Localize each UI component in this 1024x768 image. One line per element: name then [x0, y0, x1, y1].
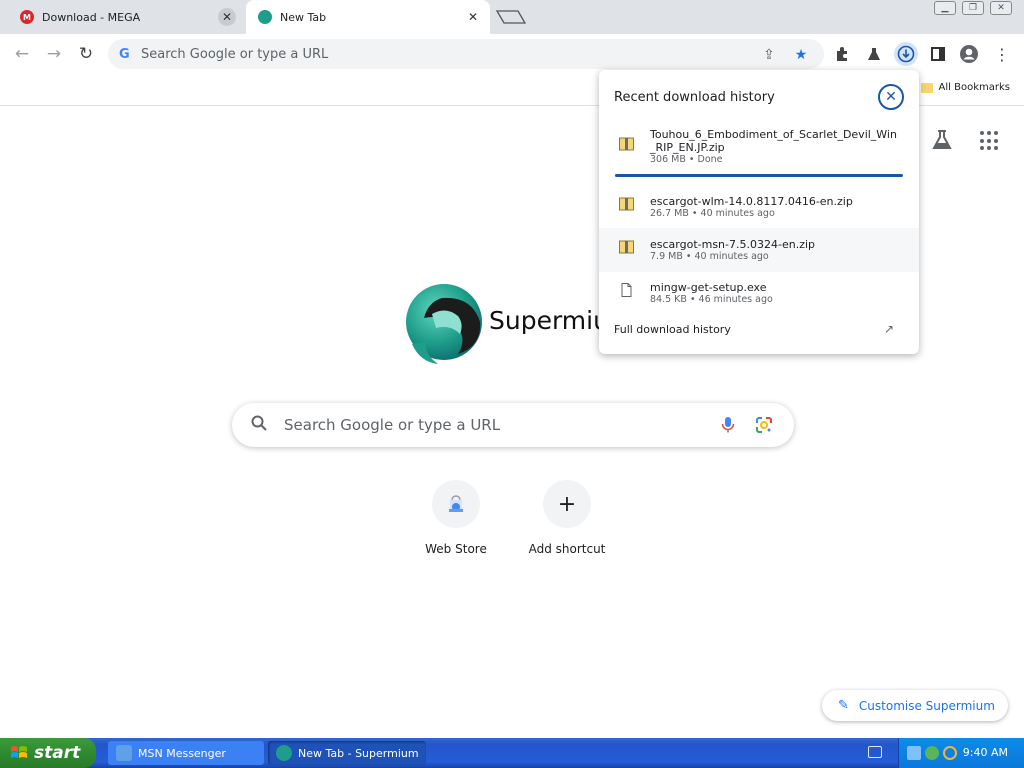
close-icon[interactable]: ✕ [878, 84, 904, 110]
brand-text: Supermium [489, 306, 599, 335]
zip-file-icon [619, 197, 634, 211]
profile-icon[interactable] [958, 43, 980, 65]
taskbar-button-msn-messenger[interactable]: MSN Messenger [108, 741, 264, 765]
network-icon[interactable] [907, 746, 921, 760]
shortcut-label: Add shortcut [528, 542, 606, 556]
download-item[interactable]: Touhou_6_Embodiment_of_Scarlet_Devil_Win… [599, 127, 919, 177]
download-filename: escargot-msn-7.5.0324-en.zip [650, 238, 815, 251]
new-tab-icon[interactable] [496, 8, 526, 26]
download-item[interactable]: mingw-get-setup.exe 84.5 KB • 46 minutes… [599, 273, 919, 313]
close-icon[interactable]: ✕ [464, 8, 482, 26]
download-bubble: Recent download history ✕ Touhou_6_Embod… [599, 70, 919, 354]
download-meta: 7.9 MB • 40 minutes ago [650, 251, 769, 262]
zip-file-icon [619, 137, 634, 151]
taskbar: start MSN Messenger New Tab - Supermium … [0, 738, 1024, 768]
forward-icon[interactable]: → [42, 42, 66, 66]
taskbar-button-supermium[interactable]: New Tab - Supermium [268, 741, 426, 765]
shortcut-add[interactable]: + Add shortcut [511, 480, 623, 556]
keyboard-icon[interactable] [868, 746, 882, 758]
back-icon[interactable]: ← [10, 42, 34, 66]
shortcut-label: Web Store [425, 542, 487, 556]
all-bookmarks-label: All Bookmarks [938, 82, 1010, 93]
close-icon[interactable]: ✕ [218, 8, 236, 26]
download-meta: 84.5 KB • 46 minutes ago [650, 294, 773, 305]
open-external-icon[interactable]: ↗ [884, 322, 894, 336]
supermium-icon [276, 745, 292, 761]
shortcut-web-store[interactable]: Web Store [400, 480, 512, 556]
toolbar: ← → ↻ G Search Google or type a URL ⇪ ★ … [0, 34, 1024, 74]
web-store-icon [432, 480, 480, 528]
download-bubble-title: Recent download history [614, 90, 775, 105]
customise-button[interactable]: ✎ Customise Supermium [822, 690, 1008, 721]
download-filename: Touhou_6_Embodiment_of_Scarlet_Devil_Win… [650, 128, 897, 154]
start-button[interactable]: start [0, 738, 96, 768]
labs-icon[interactable] [930, 128, 954, 152]
full-download-history-link[interactable]: Full download history [614, 323, 731, 336]
minimize-icon[interactable]: ▁ [934, 1, 956, 15]
share-icon[interactable]: ⇪ [760, 46, 778, 64]
download-item[interactable]: escargot-msn-7.5.0324-en.zip 7.9 MB • 40… [599, 228, 919, 272]
plus-icon: + [543, 480, 591, 528]
all-bookmarks-button[interactable]: All Bookmarks [920, 82, 1010, 93]
pencil-icon: ✎ [838, 698, 849, 713]
browser-window: M Download - MEGA ✕ New Tab ✕ ▁ ❐ ✕ ← → … [0, 0, 1024, 738]
mega-icon: M [20, 10, 34, 24]
download-progress-bar [615, 174, 903, 177]
download-icon[interactable] [894, 42, 918, 66]
customise-label: Customise Supermium [858, 698, 995, 713]
clock: 9:40 AM [962, 746, 1008, 759]
download-meta: 26.7 MB • 40 minutes ago [650, 208, 775, 219]
taskbar-button-label: MSN Messenger [138, 746, 226, 760]
extensions-icon[interactable] [831, 43, 853, 65]
omnibox[interactable]: G Search Google or type a URL ⇪ ★ [108, 39, 824, 69]
folder-icon [920, 82, 933, 93]
windows-flag-icon [11, 746, 27, 758]
search-icon [250, 414, 270, 437]
side-panel-icon[interactable] [927, 43, 949, 65]
omnibox-placeholder: Search Google or type a URL [141, 46, 329, 62]
window-controls: ▁ ❐ ✕ [934, 1, 1012, 15]
download-filename: mingw-get-setup.exe [650, 281, 767, 294]
system-tray: 9:40 AM [898, 738, 1024, 768]
microphone-icon[interactable] [718, 415, 738, 435]
file-icon [621, 283, 632, 297]
labs-icon[interactable] [863, 43, 885, 65]
apps-icon[interactable] [980, 131, 1000, 151]
window-close-icon[interactable]: ✕ [990, 1, 1012, 15]
download-meta: 306 MB • Done [650, 154, 723, 165]
msn-icon [116, 745, 132, 761]
supermium-logo [406, 284, 482, 364]
menu-icon[interactable]: ⋮ [991, 43, 1013, 65]
tab-title: New Tab [280, 10, 327, 24]
restore-icon[interactable]: ❐ [962, 1, 984, 15]
google-lens-icon[interactable] [754, 415, 774, 435]
star-icon[interactable]: ★ [792, 46, 810, 64]
tab-strip: M Download - MEGA ✕ New Tab ✕ ▁ ❐ ✕ [0, 0, 1024, 34]
zip-file-icon [619, 240, 634, 254]
tab-title: Download - MEGA [42, 10, 141, 24]
start-label: start [34, 743, 81, 763]
search-tray-icon[interactable] [943, 746, 957, 760]
msn-tray-icon[interactable] [925, 746, 939, 760]
supermium-icon [258, 10, 272, 24]
taskbar-button-label: New Tab - Supermium [298, 746, 419, 760]
ntp-search-placeholder: Search Google or type a URL [284, 416, 501, 434]
download-item[interactable]: escargot-wlm-14.0.8117.0416-en.zip 26.7 … [599, 187, 919, 227]
tab-new-tab[interactable]: New Tab ✕ [246, 0, 490, 34]
download-filename: escargot-wlm-14.0.8117.0416-en.zip [650, 195, 853, 208]
tab-download-mega[interactable]: M Download - MEGA ✕ [8, 0, 244, 34]
google-icon: G [119, 46, 130, 62]
ntp-search-box[interactable]: Search Google or type a URL [232, 403, 794, 447]
reload-icon[interactable]: ↻ [74, 42, 98, 66]
